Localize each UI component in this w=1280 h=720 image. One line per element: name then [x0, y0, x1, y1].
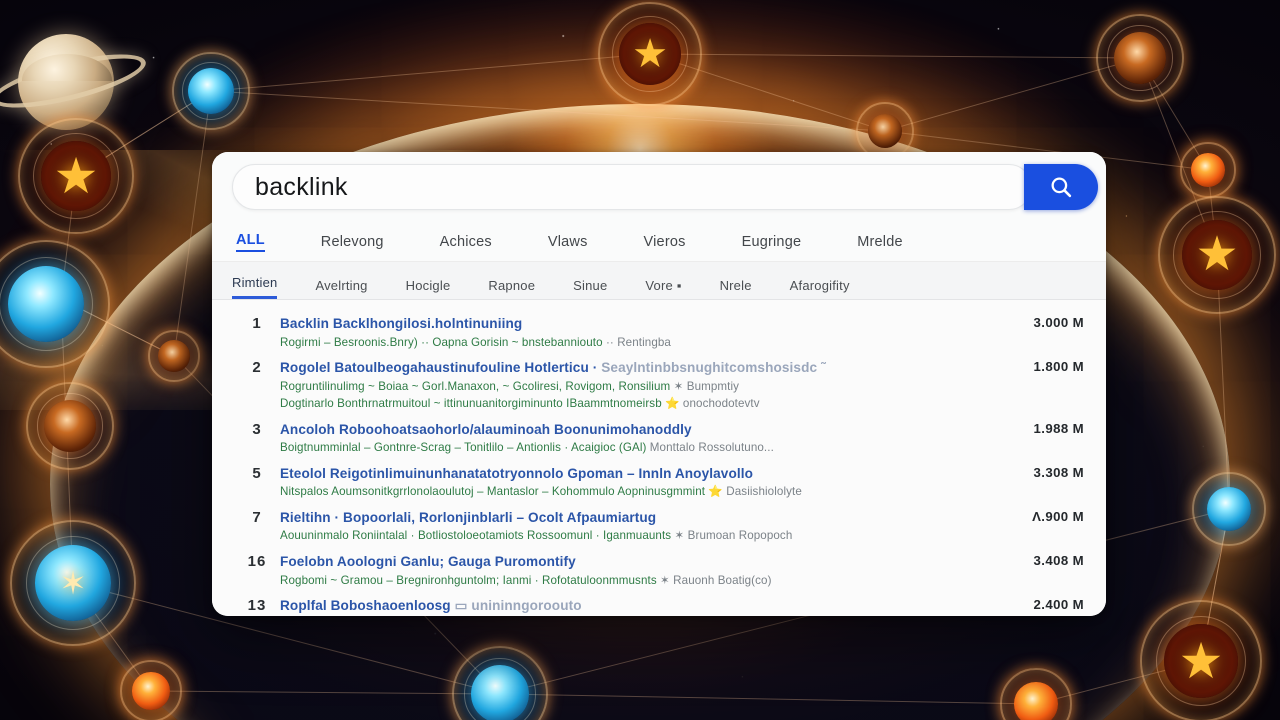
- result-snippet: Dogtinarlo Bonthrnatrmuitoul ~ ittinunua…: [280, 397, 760, 411]
- result-row[interactable]: 1 Backlin Backlhongilosi.holntinuniing Rog…: [234, 314, 1084, 351]
- result-snippet: Rogbomi ~ Gramou – Bregnironhguntolm; Ia…: [280, 573, 772, 587]
- subtab-rapnoe[interactable]: Rapnoe: [488, 278, 535, 299]
- result-row[interactable]: 3 Ancoloh Roboohoatsaohorlo/alauminoah Bo…: [234, 420, 1084, 457]
- result-rank: 2: [252, 359, 262, 377]
- result-title[interactable]: Foelobn Aoologni Ganlu; Gauga Puromontif…: [280, 552, 996, 572]
- result-rank: 16: [247, 552, 267, 570]
- subtab-hocigle[interactable]: Hocigle: [406, 278, 451, 299]
- result-snippet: Nitspalos Aoumsonitkgrrlonolaoulutoj – M…: [280, 485, 802, 499]
- result-snippet: Rogruntilinulimg ~ Boiaa ~ Gorl.Manaxon,…: [280, 379, 740, 393]
- node-small-mid: [148, 330, 200, 382]
- result-body: Rogolel Batoulbeogahaustinufouline Hotle…: [280, 358, 1006, 412]
- result-metric: 3.408 M: [1033, 552, 1084, 568]
- primary-tab-bar: ALL Relevong Achices Vlaws Vieros Eugrin…: [212, 222, 1106, 262]
- search-input[interactable]: backlink: [232, 164, 1032, 210]
- tab-vieros[interactable]: Vieros: [644, 234, 686, 250]
- search-query-text: backlink: [255, 172, 348, 201]
- result-snippet-meta: ✶ Brumoan Ropopoch: [671, 529, 793, 543]
- node-small-upper: [172, 52, 250, 130]
- search-results-card: backlink ALL Relevong Achices Vlaws Vier…: [212, 152, 1106, 616]
- search-icon: [1051, 177, 1072, 198]
- result-metric: Λ.900 M: [1032, 508, 1084, 524]
- results-list: 1 Backlin Backlhongilosi.holntinuniing Rog…: [212, 300, 1106, 616]
- result-metric: 2.400 M: [1033, 596, 1084, 612]
- result-row[interactable]: 2 Rogolel Batoulbeogahaustinufouline Hotl…: [234, 358, 1084, 412]
- result-row[interactable]: 16 Foelobn Aoologni Ganlu; Gauga Puromont…: [234, 552, 1084, 589]
- result-snippet: Rogirmi – Besroonis.Bnry) ·· Oapna Goris…: [280, 335, 671, 349]
- result-snippet-meta: ✶ Bumpmtiy: [670, 379, 740, 393]
- node-right-upper: [1096, 14, 1184, 102]
- result-row[interactable]: 13 Roplfal Boboshaoenloosg ▭ unininngoroo…: [234, 596, 1084, 616]
- tab-relevong[interactable]: Relevong: [321, 234, 384, 250]
- result-row[interactable]: 7 Rieltihn · Bopoorlali, Rorlonjinblarli …: [234, 508, 1084, 545]
- result-snippet-meta: ⭐ Dasiishiololyte: [705, 485, 802, 499]
- result-title-suffix: Seaylntinbbsnughitcomshosisdc ˜: [597, 360, 826, 376]
- subtab-rimtien[interactable]: Rimtien: [232, 275, 278, 299]
- subtab-sinue[interactable]: Sinue: [573, 278, 607, 299]
- result-title[interactable]: Eteolol Reigotinlimuinunhanatatotryonnol…: [280, 464, 996, 484]
- result-body: Backlin Backlhongilosi.holntinuniing Rogi…: [280, 314, 1006, 351]
- node-small-low: [120, 660, 182, 720]
- result-title-suffix: ▭ unininngoroouto: [450, 597, 582, 613]
- result-metric: 1.800 M: [1033, 359, 1084, 375]
- subtab-afarogifity[interactable]: Afarogifity: [790, 278, 850, 299]
- screenshot-stage: ★ ✶ ★ ★ ★ backlink ALL Relevong Achices …: [0, 0, 1280, 720]
- result-body: Roplfal Boboshaoenloosg ▭ unininngoroout…: [280, 596, 1006, 616]
- result-snippet-meta: Monttalo Rossolutuno...: [646, 441, 774, 455]
- result-title[interactable]: Rogolel Batoulbeogahaustinufouline Hotle…: [280, 358, 996, 378]
- result-title[interactable]: Ancoloh Roboohoatsaohorlo/alauminoah Boo…: [280, 420, 996, 440]
- result-metric: 3.308 M: [1033, 464, 1084, 480]
- result-body: Foelobn Aoologni Ganlu; Gauga Puromontif…: [280, 552, 1006, 589]
- fire-node-left-mid: [26, 382, 114, 470]
- secondary-tab-bar: Rimtien Avelrting Hocigle Rapnoe Sinue V…: [212, 262, 1106, 300]
- subtab-avelrting[interactable]: Avelrting: [315, 278, 367, 299]
- subtab-more[interactable]: Vore ▪: [645, 278, 681, 299]
- result-snippet-meta: ⭐ onochodotevtv: [661, 397, 760, 411]
- search-bar-area: backlink: [212, 152, 1106, 222]
- result-rank: 3: [252, 420, 262, 438]
- tab-mrelde[interactable]: Mrelde: [857, 234, 903, 250]
- search-button[interactable]: [1024, 164, 1098, 210]
- node-right-low-small: [1192, 472, 1266, 546]
- result-snippet: Boigtnumminlal – Gontnre-Scrag – Tonitli…: [280, 441, 774, 455]
- result-rank: 7: [252, 508, 262, 526]
- result-rank: 5: [252, 464, 262, 482]
- star-node-right: ★: [1158, 196, 1276, 314]
- result-row[interactable]: 5 Eteolol Reigotinlimuinunhanatatotryonno…: [234, 464, 1084, 501]
- result-title[interactable]: Rieltihn · Bopoorlali, Rorlonjinblarli –…: [280, 508, 996, 528]
- result-snippet-meta: ✶ Rauonh Boatig(co): [656, 573, 772, 587]
- node-right-mid-small: [1180, 142, 1236, 198]
- tab-achices[interactable]: Achices: [440, 234, 492, 250]
- tab-all[interactable]: ALL: [236, 232, 265, 252]
- star-node-right-low: ★: [1140, 600, 1262, 720]
- result-snippet: Aouuninmalo Roniintalal · Botliostoloeot…: [280, 529, 793, 543]
- result-rank: 1: [252, 315, 262, 332]
- result-body: Rieltihn · Bopoorlali, Rorlonjinblarli –…: [280, 508, 1006, 545]
- result-title[interactable]: Roplfal Boboshaoenloosg ▭ unininngoroout…: [280, 596, 996, 616]
- result-body: Eteolol Reigotinlimuinunhanatatotryonnol…: [280, 464, 1006, 501]
- result-body: Ancoloh Roboohoatsaohorlo/alauminoah Boo…: [280, 420, 1006, 457]
- tab-vlaws[interactable]: Vlaws: [548, 234, 588, 250]
- star-node-left-top: ★: [18, 118, 134, 234]
- result-snippet-meta: ·· Rentingba: [602, 335, 671, 349]
- result-title[interactable]: Backlin Backlhongilosi.holntinuniing: [280, 314, 996, 334]
- subtab-nrele[interactable]: Nrele: [720, 278, 752, 299]
- ice-node-left-low: ✶: [10, 520, 136, 646]
- tab-eugringe[interactable]: Eugringe: [742, 234, 802, 250]
- result-rank: 13: [247, 596, 267, 614]
- star-node-top-center: ★: [598, 2, 702, 106]
- result-metric: 3.000 M: [1033, 315, 1084, 330]
- saturn-planet: [0, 18, 151, 130]
- result-metric: 1.988 M: [1033, 420, 1084, 436]
